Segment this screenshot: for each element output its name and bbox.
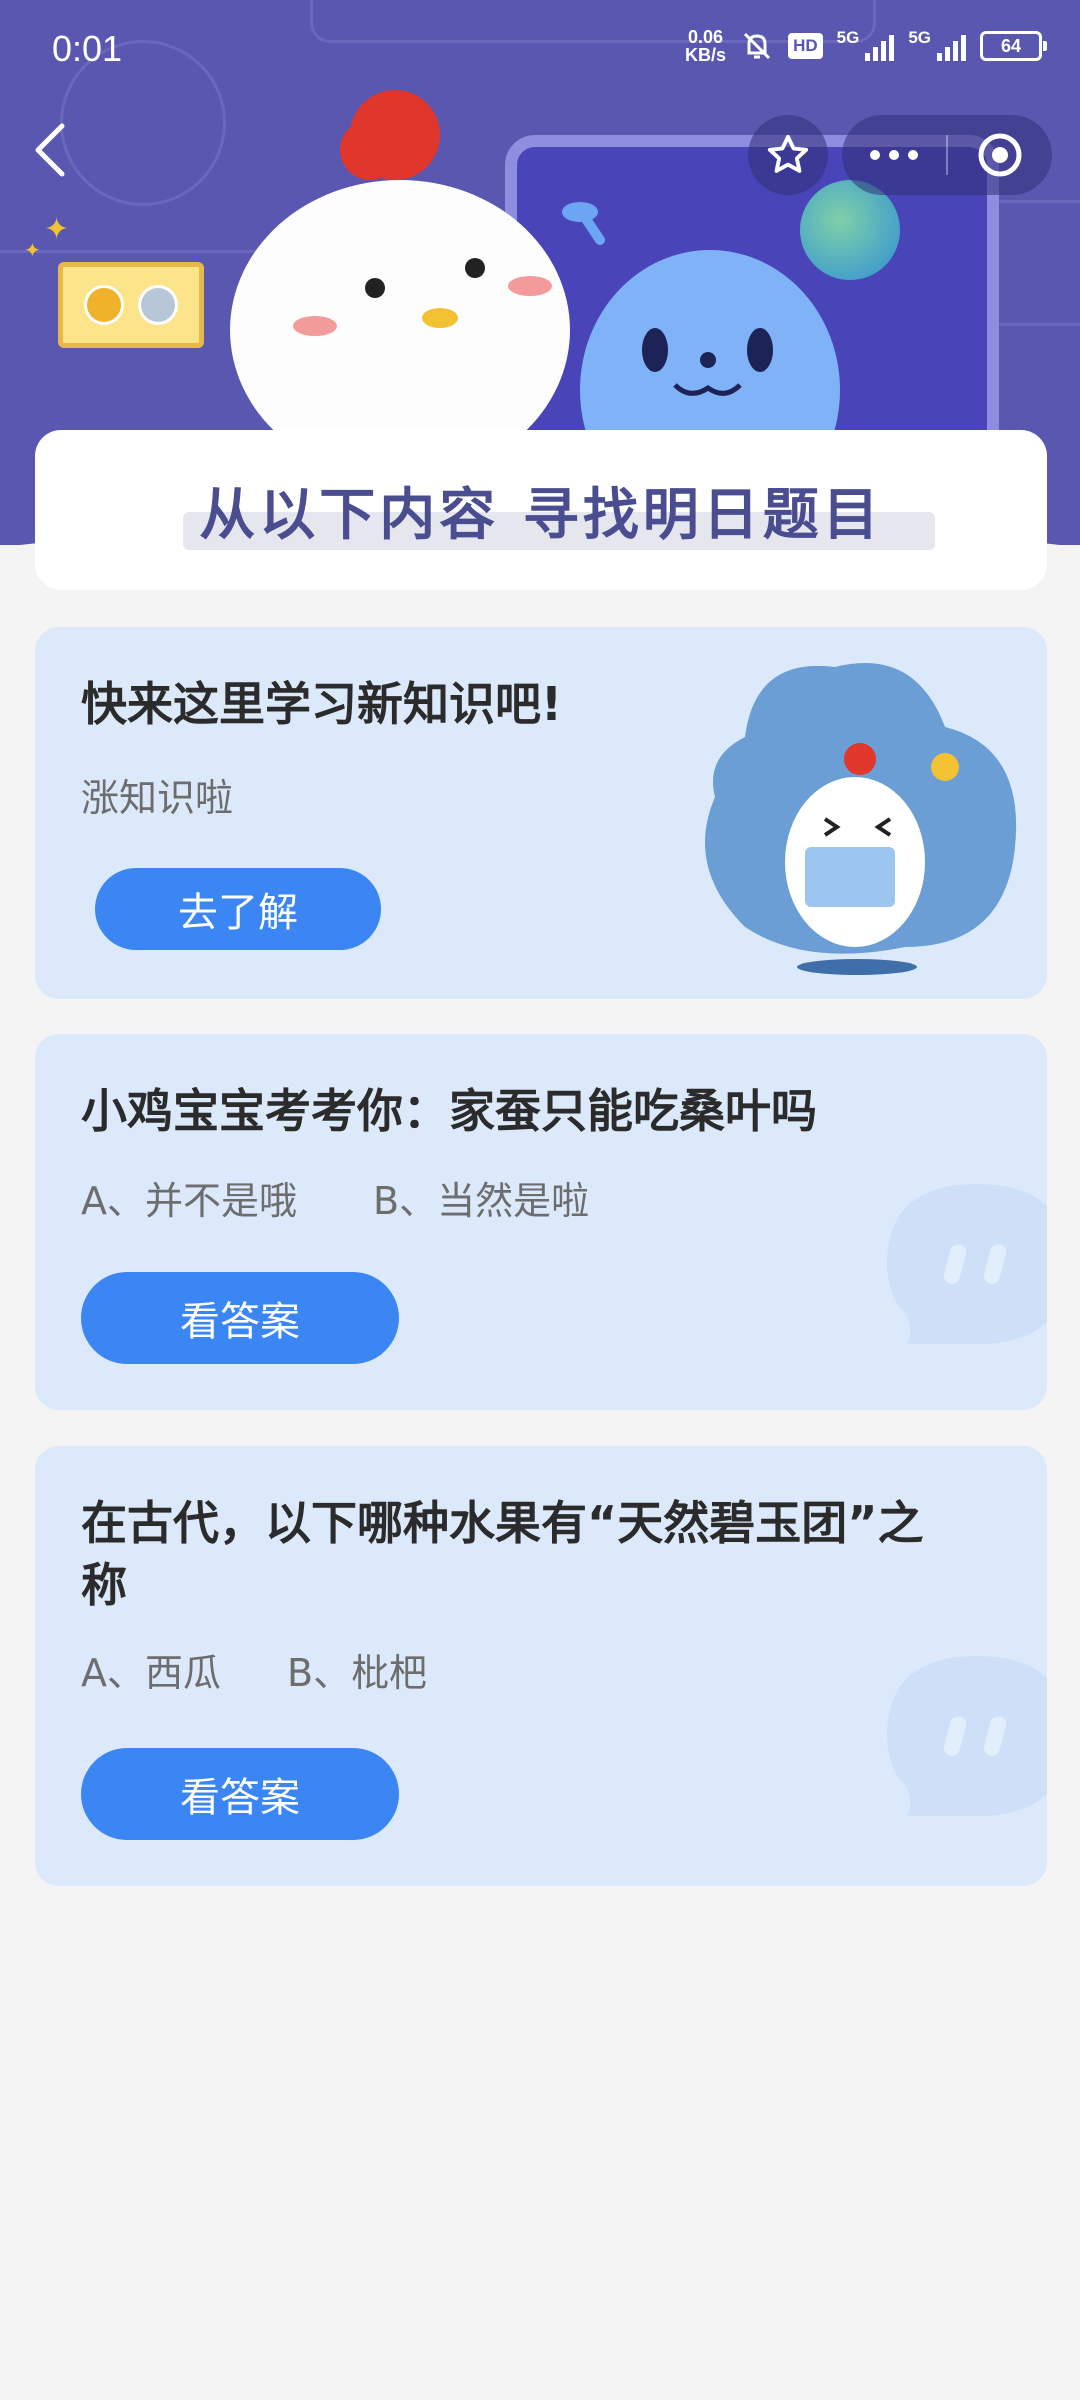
more-options-button[interactable] [842,115,946,195]
sparkle-icon: ✦ [24,238,41,262]
chat-bubble-icon [887,1184,1047,1344]
view-answer-button[interactable]: 看答案 [81,1748,399,1840]
dot-icon [889,150,899,160]
question-option-b: B、枇杷 [287,1651,428,1695]
favorite-button[interactable] [748,115,828,195]
dot-icon [870,150,880,160]
close-mini-program-button[interactable] [948,115,1052,195]
question-option-a: A、西瓜 [81,1651,221,1695]
network-speed: 0.06 KB/s [685,27,727,65]
signal-icon [937,31,966,61]
learn-card-title: 快来这里学习新知识吧! [81,677,562,731]
sim1-network-label: 5G [836,28,860,47]
hd-badge: HD [788,33,823,59]
question-title: 小鸡宝宝考考你：家蚕只能吃桑叶吗 [81,1084,817,1138]
banner-title-card: 从以下内容 寻找明日题目 [35,430,1047,590]
medal-board-illustration [58,262,204,348]
silver-medal-icon [138,285,178,325]
sim2-network-label: 5G [908,28,931,47]
learn-more-button[interactable]: 去了解 [95,868,381,950]
reading-chicken-illustration [705,663,1017,975]
question-card: 在古代，以下哪种水果有“天然碧玉团”之称 A、西瓜 B、枇杷 看答案 [35,1446,1047,1886]
mini-program-capsule [842,115,1052,195]
status-icons: 0.06 KB/s HD 5G 5G 64 [685,27,1047,65]
learn-card: 快来这里学习新知识吧! 涨知识啦 去了解 [35,627,1047,999]
alien-mascot-illustration [562,202,840,460]
back-arrow-icon[interactable] [30,120,70,180]
signal-icon [865,31,895,61]
question-option-a: A、并不是哦 [81,1179,297,1223]
gold-medal-icon [84,285,124,325]
status-time: 0:01 [52,28,123,69]
battery-icon: 64 [980,31,1047,61]
sparkle-icon: ✦ [44,212,70,247]
status-bar: 0:01 0.06 KB/s HD 5G 5G 64 [0,0,1080,100]
question-title: 在古代，以下哪种水果有“天然碧玉团”之称 [81,1496,924,1612]
learn-card-subtitle: 涨知识啦 [81,776,234,820]
chat-bubble-icon [887,1656,1047,1816]
question-option-b: B、当然是啦 [373,1179,590,1223]
dot-icon [908,150,918,160]
banner-title: 从以下内容 寻找明日题目 [199,482,883,548]
star-icon [767,134,809,173]
target-circle-icon [978,133,1022,177]
mute-bell-icon [744,32,771,60]
view-answer-button[interactable]: 看答案 [81,1272,399,1364]
question-card: 小鸡宝宝考考你：家蚕只能吃桑叶吗 A、并不是哦 B、当然是啦 看答案 [35,1034,1047,1410]
